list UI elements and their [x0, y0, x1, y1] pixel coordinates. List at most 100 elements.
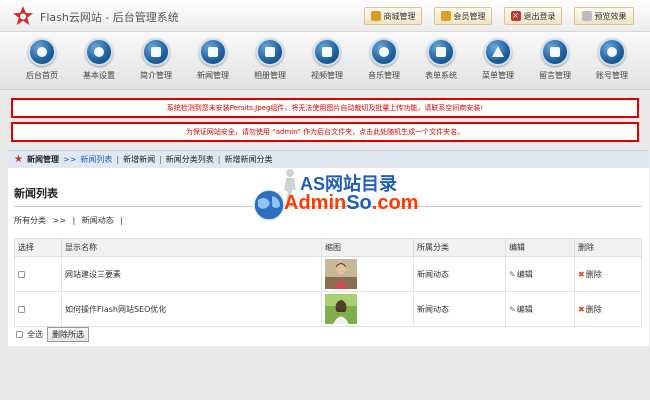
star-icon: [484, 38, 512, 66]
news-name: 如何操作Flash网站SEO优化: [61, 291, 322, 327]
page-title: 新闻列表: [14, 187, 58, 200]
news-name: 网站建设三要素: [61, 256, 322, 292]
breadcrumb-arrow: >>: [62, 154, 77, 164]
nav-item-form[interactable]: 表单系统: [413, 38, 469, 88]
news-icon: [199, 38, 227, 66]
logout-button[interactable]: × 退出登录: [504, 7, 562, 25]
home-globe-icon: [28, 38, 56, 66]
logout-label: 退出登录: [523, 11, 556, 21]
news-thumbnail: [325, 294, 357, 324]
preview-label: 预览效果: [594, 11, 627, 21]
message-icon: [541, 38, 569, 66]
pencil-icon: ✎: [509, 269, 516, 279]
nav-label: 账号管理: [596, 71, 628, 80]
nav-item-message[interactable]: 留言管理: [527, 38, 583, 88]
breadcrumb-separator: |: [159, 154, 162, 164]
col-name: 显示名称: [61, 238, 322, 257]
watermark-line2: AdminSo.com: [284, 192, 418, 215]
star-icon: ★: [14, 153, 23, 165]
category-separator: |: [120, 216, 123, 225]
category-arrow: >>: [52, 216, 66, 225]
table-row: 网站建设三要素 新闻动态 ✎编辑 ✖删除: [14, 256, 642, 292]
edit-link[interactable]: ✎编辑: [509, 305, 533, 314]
album-icon: [256, 38, 284, 66]
preview-icon: [581, 11, 592, 21]
col-edit: 编辑: [505, 238, 575, 257]
nav-item-intro[interactable]: 简介管理: [128, 38, 184, 88]
persits-alert: 系统检测到您未安装Persits.Jpeg组件，将无法使用图片自动裁切及批量上传…: [11, 98, 639, 118]
nav-label: 新闻管理: [197, 71, 229, 80]
video-icon: [313, 38, 341, 66]
nav-label: 视频管理: [311, 71, 343, 80]
edit-cell: ✎编辑: [505, 256, 575, 292]
edit-label: 编辑: [516, 304, 533, 314]
category-cell: 新闻动态: [413, 291, 506, 327]
nav-item-music[interactable]: 音乐管理: [356, 38, 412, 88]
breadcrumb-current-link[interactable]: 新闻列表: [80, 154, 112, 165]
select-all-checkbox[interactable]: [16, 331, 23, 338]
category-news-link[interactable]: 新闻动态: [82, 216, 114, 225]
col-thumb: 缩图: [321, 238, 414, 257]
nav-item-home[interactable]: 后台首页: [14, 38, 70, 88]
delete-link[interactable]: ✖删除: [578, 270, 602, 279]
news-category-list-link[interactable]: 新闻分类列表: [166, 154, 214, 165]
row-checkbox[interactable]: [18, 305, 25, 313]
select-all-label: 全选: [27, 330, 43, 339]
nav-label: 相册管理: [254, 71, 286, 80]
breadcrumb-separator: |: [217, 154, 221, 164]
thumb-cell: [321, 256, 414, 292]
preview-button[interactable]: 预览效果: [574, 7, 634, 25]
edit-link[interactable]: ✎编辑: [509, 270, 533, 279]
thumb-cell: [321, 291, 414, 327]
nav-item-album[interactable]: 相册管理: [242, 38, 298, 88]
add-news-category-link[interactable]: 新增新闻分类: [224, 154, 272, 165]
breadcrumb-section: 新闻管理: [26, 154, 59, 164]
nav-label: 音乐管理: [368, 71, 400, 80]
watermark-logo: AS网站目录 AdminSo.com: [252, 168, 418, 230]
security-alert[interactable]: 为保证网站安全，请勿使用 “admin” 作为后台文件夹，点击此处随机生成一个文…: [11, 122, 639, 142]
delete-x-icon: ✖: [578, 304, 585, 314]
security-alert-text[interactable]: 为保证网站安全，请勿使用 “admin” 作为后台文件夹，点击此处随机生成一个文…: [186, 127, 464, 137]
document-icon: [142, 38, 170, 66]
table-row: 如何操作Flash网站SEO优化 新闻动态 ✎编辑 ✖删除: [14, 291, 642, 327]
nav-item-news[interactable]: 新闻管理: [185, 38, 241, 88]
col-delete: 删除: [574, 238, 642, 257]
nav-label: 菜单管理: [482, 71, 514, 80]
nav-label: 表单系统: [425, 71, 457, 80]
logout-icon: ×: [510, 11, 521, 21]
col-select: 选择: [14, 238, 62, 257]
nav-item-video[interactable]: 视频管理: [299, 38, 355, 88]
select-cell: [14, 256, 62, 292]
delete-link[interactable]: ✖删除: [578, 305, 602, 314]
category-filter: 所有分类 >> | 新闻动态 |: [14, 215, 123, 226]
pencil-icon: ✎: [509, 304, 516, 314]
all-categories-link[interactable]: 所有分类: [14, 216, 46, 225]
member-manage-button[interactable]: 会员管理: [434, 7, 492, 25]
nav-label: 简介管理: [140, 71, 172, 80]
heart-icon: [85, 38, 113, 66]
nav-item-menu[interactable]: 菜单管理: [470, 38, 526, 88]
category-cell: 新闻动态: [413, 256, 506, 292]
breadcrumb-separator: |: [116, 154, 120, 164]
table-footer: 全选 删除所选: [16, 327, 89, 342]
music-icon: [370, 38, 398, 66]
add-news-link[interactable]: 新增新闻: [123, 154, 155, 165]
watermark-admin: Admin: [284, 192, 347, 214]
nav-item-account[interactable]: 账号管理: [584, 38, 640, 88]
delete-x-icon: ✖: [578, 269, 585, 279]
delete-label: 删除: [585, 304, 602, 314]
shop-manage-label: 商城管理: [383, 11, 416, 21]
star-logo-icon: [13, 6, 33, 25]
nav-label: 后台首页: [26, 71, 58, 80]
shop-icon: [370, 11, 381, 21]
edit-cell: ✎编辑: [505, 291, 575, 327]
delete-selected-button[interactable]: 删除所选: [47, 327, 89, 342]
watermark-so: So: [346, 192, 372, 214]
edit-label: 编辑: [516, 269, 533, 279]
key-icon: [598, 38, 626, 66]
delete-label: 删除: [585, 269, 602, 279]
news-table: 选择 显示名称 缩图 所属分类 编辑 删除 网站建设三要素 新闻动态 ✎编辑 ✖…: [14, 238, 642, 327]
nav-item-settings[interactable]: 基本设置: [71, 38, 127, 88]
row-checkbox[interactable]: [18, 270, 25, 278]
shop-manage-button[interactable]: 商城管理: [364, 7, 422, 25]
